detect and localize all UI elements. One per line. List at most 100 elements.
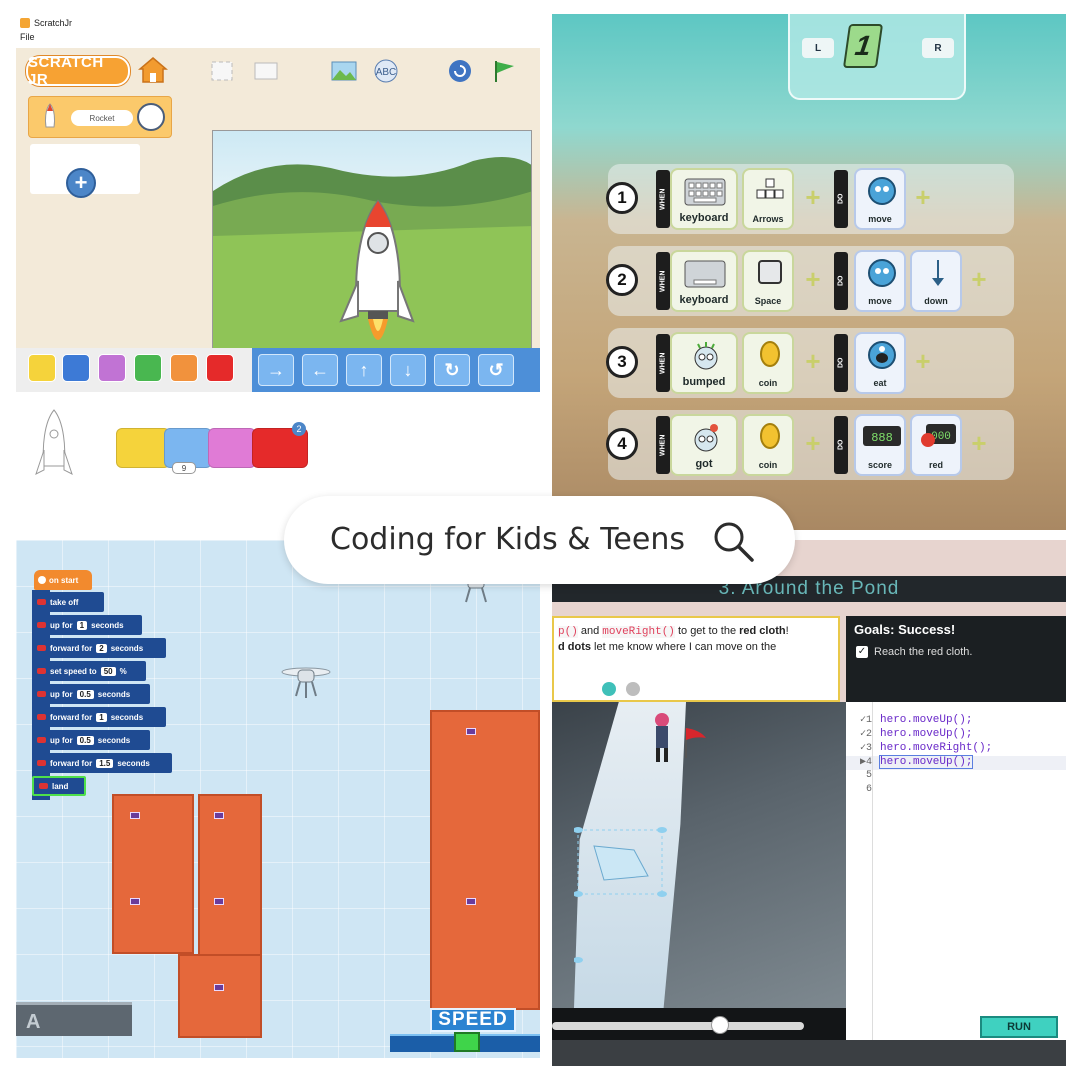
- do-tile[interactable]: move: [854, 168, 906, 230]
- do-tile[interactable]: 888 score: [854, 414, 906, 476]
- rule-row[interactable]: 4 WHEN got coin + DO 888 score 000 red +: [606, 410, 1014, 480]
- add-tile-icon[interactable]: +: [802, 184, 824, 210]
- category-looks[interactable]: [98, 354, 126, 382]
- category-motion[interactable]: [62, 354, 90, 382]
- green-flag-icon[interactable]: [490, 58, 518, 84]
- when-tile[interactable]: got: [670, 414, 738, 476]
- speed-label: SPEED: [430, 1008, 516, 1032]
- block-value[interactable]: 1: [96, 712, 107, 722]
- paintbrush-icon[interactable]: [137, 103, 165, 131]
- code-line[interactable]: ✓3 hero.moveRight();: [846, 742, 1066, 756]
- grid-icon[interactable]: [252, 58, 280, 84]
- search-bar[interactable]: Coding for Kids & Teens: [284, 496, 795, 584]
- next-hint-icon[interactable]: [626, 682, 640, 696]
- do-tile[interactable]: eat: [854, 332, 906, 394]
- set-speed-block[interactable]: set speed to 50%: [32, 661, 146, 681]
- instruction-bold: red cloth: [739, 625, 786, 637]
- block-value[interactable]: 1.5: [96, 758, 114, 768]
- category-triggers[interactable]: [28, 354, 56, 382]
- add-tile-icon[interactable]: +: [912, 348, 934, 374]
- code-line[interactable]: ✓2 hero.moveUp();: [846, 728, 1066, 742]
- text-icon[interactable]: ABC: [372, 58, 400, 84]
- category-control[interactable]: [170, 354, 198, 382]
- rule-row[interactable]: 1 WHEN keyboard Arrows + DO move +: [606, 164, 1014, 234]
- code-line[interactable]: 6: [846, 784, 1066, 798]
- forward-block[interactable]: forward for 1 seconds: [32, 707, 166, 727]
- background-icon[interactable]: [330, 58, 358, 84]
- block-value[interactable]: 2: [96, 643, 107, 653]
- do-label: DO: [834, 334, 848, 392]
- menu-file[interactable]: File: [20, 32, 35, 42]
- when-tile[interactable]: coin: [742, 414, 794, 476]
- reset-icon[interactable]: [446, 58, 474, 84]
- block-value[interactable]: 1: [76, 620, 88, 630]
- code-line-active[interactable]: ▶4 hero.moveUp();: [846, 755, 1066, 770]
- up-block[interactable]: up for 0.5 seconds: [32, 730, 150, 750]
- category-end[interactable]: [206, 354, 234, 382]
- add-tile-icon[interactable]: +: [968, 430, 990, 456]
- run-button[interactable]: RUN: [980, 1016, 1058, 1038]
- game-view[interactable]: [552, 702, 846, 1008]
- do-tile[interactable]: move: [854, 250, 906, 312]
- playback-knob[interactable]: [711, 1016, 729, 1034]
- up-block[interactable]: up for 1 seconds: [32, 615, 142, 635]
- forward-block[interactable]: forward for 1.5 seconds: [32, 753, 172, 773]
- code-line[interactable]: 5: [846, 770, 1066, 784]
- page-left-button[interactable]: L: [802, 38, 834, 58]
- search-icon[interactable]: [710, 518, 756, 564]
- page-right-button[interactable]: R: [922, 38, 954, 58]
- sprite-name[interactable]: Rocket: [71, 110, 133, 126]
- stage[interactable]: [212, 130, 532, 370]
- rocket-thumb-icon: [45, 103, 55, 128]
- drone-panel: on start take off up for 1 seconds forward…: [16, 540, 540, 1058]
- block-value[interactable]: 0.5: [76, 735, 94, 745]
- block-value[interactable]: 50: [100, 666, 116, 676]
- turn-left-block[interactable]: ↺: [478, 354, 514, 386]
- add-sprite-button[interactable]: +: [66, 168, 96, 198]
- code-line[interactable]: ✓1 hero.moveUp();: [846, 714, 1066, 728]
- when-tile[interactable]: coin: [742, 332, 794, 394]
- when-tile[interactable]: bumped: [670, 332, 738, 394]
- land-block[interactable]: land: [32, 776, 86, 796]
- move-left-block[interactable]: ←: [302, 354, 338, 386]
- instruction-text: and: [577, 625, 603, 637]
- sprite-card[interactable]: Rocket: [28, 96, 172, 138]
- playback-track[interactable]: [552, 1022, 804, 1030]
- move-down-block[interactable]: ↓: [390, 354, 426, 386]
- script-hide-block[interactable]: [208, 428, 256, 468]
- add-tile-icon[interactable]: +: [802, 348, 824, 374]
- rule-row[interactable]: 2 WHEN keyboard Space + DO move down +: [606, 246, 1014, 316]
- hero-sprite-icon: [655, 713, 706, 762]
- when-tile[interactable]: Arrows: [742, 168, 794, 230]
- move-right-block[interactable]: →: [258, 354, 294, 386]
- forward-block[interactable]: forward for 2 seconds: [32, 638, 166, 658]
- rule-row[interactable]: 3 WHEN bumped coin + DO eat +: [606, 328, 1014, 398]
- speed-slider-handle[interactable]: [454, 1032, 480, 1052]
- stage-scene: [213, 157, 531, 369]
- on-start-block[interactable]: on start: [34, 570, 92, 590]
- home-icon[interactable]: [138, 56, 168, 84]
- when-tile[interactable]: keyboard: [670, 168, 738, 230]
- turn-right-block[interactable]: ↻: [434, 354, 470, 386]
- add-tile-icon[interactable]: +: [912, 184, 934, 210]
- add-tile-icon[interactable]: +: [802, 430, 824, 456]
- add-tile-icon[interactable]: +: [802, 266, 824, 292]
- block-label: forward for: [50, 758, 93, 768]
- add-tile-icon[interactable]: +: [968, 266, 990, 292]
- do-tile[interactable]: down: [910, 250, 962, 312]
- category-sound[interactable]: [134, 354, 162, 382]
- script-on-tap-block[interactable]: [116, 428, 170, 468]
- up-block[interactable]: up for 0.5 seconds: [32, 684, 150, 704]
- code-editor[interactable]: ✓1 hero.moveUp(); ✓2 hero.moveUp(); ✓3 hero…: [846, 694, 1066, 1048]
- tower-marker: [214, 812, 224, 819]
- take-off-block[interactable]: take off: [32, 592, 104, 612]
- move-count-input[interactable]: 9: [172, 462, 196, 474]
- fullscreen-icon[interactable]: [208, 58, 236, 84]
- do-tile[interactable]: 000 red: [910, 414, 962, 476]
- block-value[interactable]: 0.5: [76, 689, 94, 699]
- when-tile[interactable]: Space: [742, 250, 794, 312]
- move-up-block[interactable]: ↑: [346, 354, 382, 386]
- prev-hint-icon[interactable]: [602, 682, 616, 696]
- speed-bar[interactable]: [390, 1032, 540, 1052]
- when-tile[interactable]: keyboard: [670, 250, 738, 312]
